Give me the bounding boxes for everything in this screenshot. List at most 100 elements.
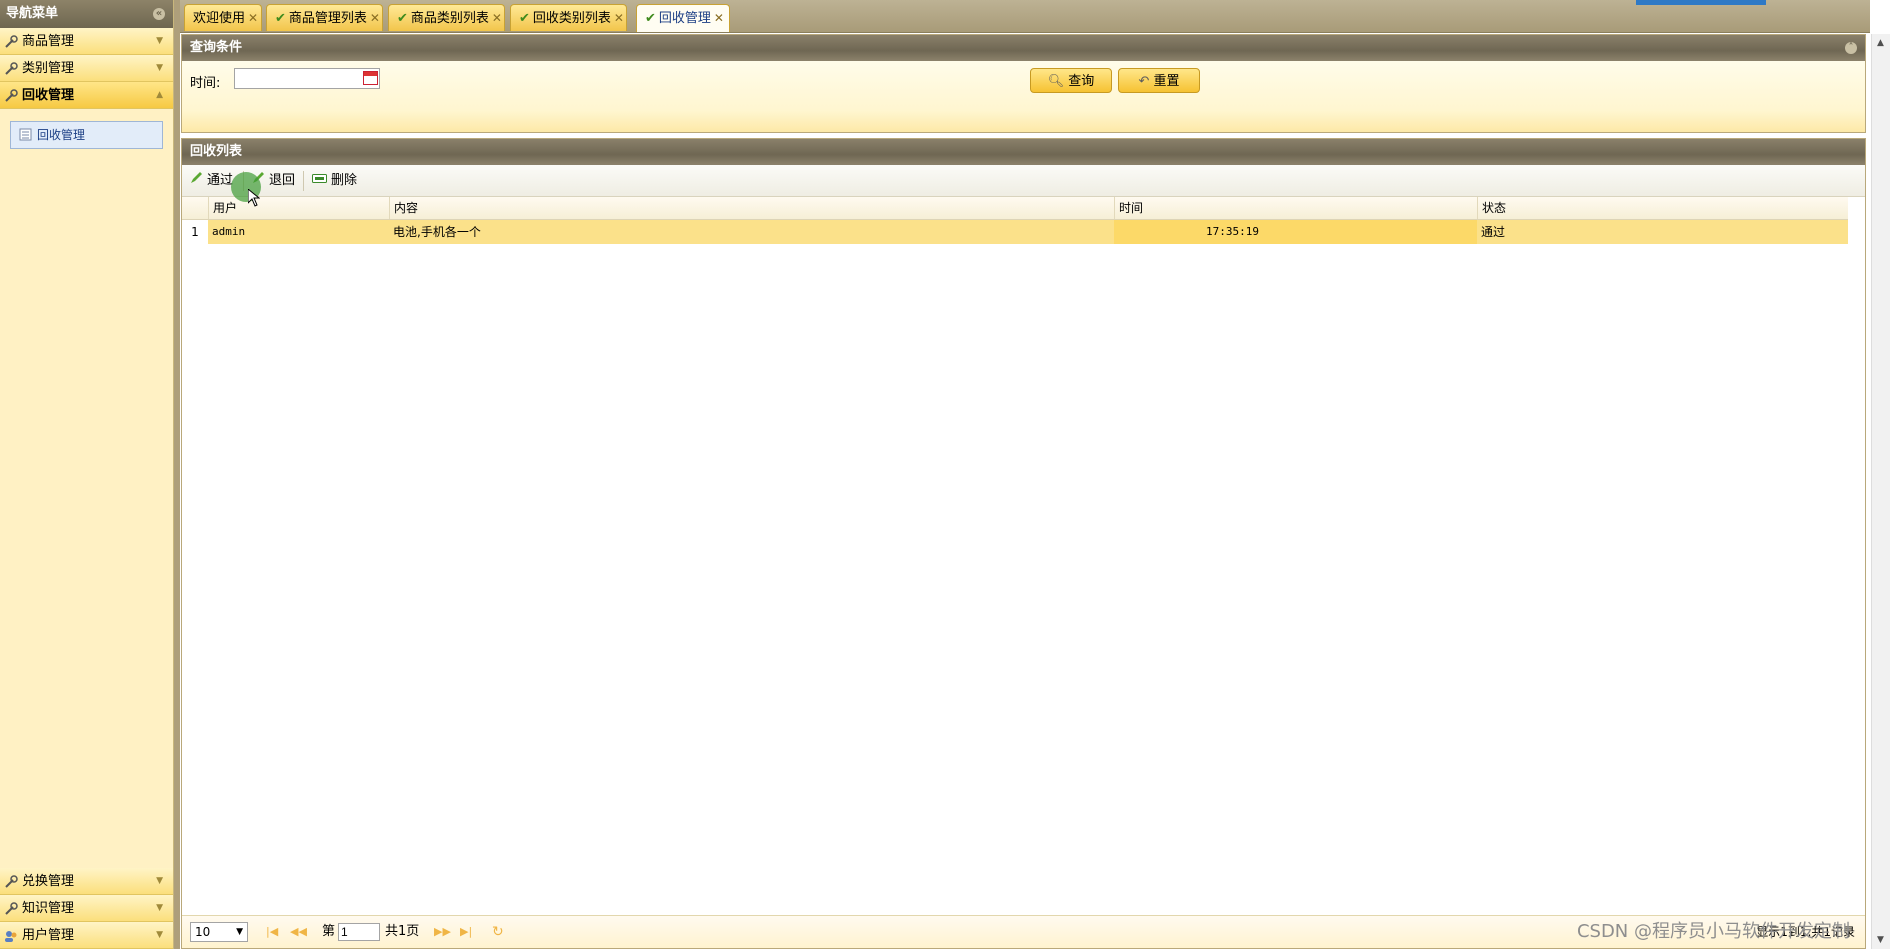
check-icon: ✔ xyxy=(275,11,286,26)
column-header-time[interactable]: 时间 xyxy=(1114,197,1477,219)
collapse-panel-icon[interactable]: ˄ xyxy=(1845,42,1857,54)
collapse-sidebar-icon[interactable]: « xyxy=(153,8,165,20)
first-page-icon[interactable]: |◀ xyxy=(266,916,278,948)
undo-icon: ↶ xyxy=(1138,74,1150,89)
prev-page-icon[interactable]: ◀◀ xyxy=(290,916,307,948)
page-total: 共1页 xyxy=(385,924,420,939)
search-icon: 🔍︎ xyxy=(1047,74,1065,89)
wrench-icon xyxy=(5,875,18,888)
accordion-knowledge-label: 知识管理 xyxy=(22,901,75,916)
query-panel-header: 查询条件 ˄ xyxy=(182,35,1865,61)
tab-label: 商品类别列表 xyxy=(410,11,489,26)
pointer-icon xyxy=(248,189,260,207)
column-header-user[interactable]: 用户 xyxy=(208,197,389,219)
approve-button[interactable]: 通过 xyxy=(190,165,233,196)
accordion-goods-label: 商品管理 xyxy=(22,34,75,49)
grid-header: 用户 内容 时间 状态 xyxy=(182,197,1848,220)
list-panel-header: 回收列表 xyxy=(182,139,1865,165)
accordion-exchange[interactable]: 兑换管理 ▼ xyxy=(0,868,173,895)
page-size-value: 10 xyxy=(195,925,211,939)
grid-empty-area xyxy=(182,244,1848,914)
scroll-down-icon[interactable]: ▼ xyxy=(1877,935,1884,945)
tab-welcome[interactable]: 欢迎使用 ✕ xyxy=(184,4,262,31)
calendar-icon[interactable] xyxy=(363,71,378,85)
chevron-down-icon: ▼ xyxy=(156,63,163,73)
accordion-recycle-body: 回收管理 xyxy=(0,121,173,149)
accordion-exchange-label: 兑换管理 xyxy=(22,874,75,889)
close-icon[interactable]: ✕ xyxy=(248,5,258,32)
sidebar-bottom-accordions: 兑换管理 ▼ 知识管理 ▼ 用户管理 ▼ xyxy=(0,868,173,949)
reset-button[interactable]: ↶ 重置 xyxy=(1118,68,1200,93)
tab-label: 欢迎使用 xyxy=(193,11,246,26)
time-input[interactable] xyxy=(234,68,380,89)
last-page-icon[interactable]: ▶| xyxy=(460,916,472,948)
rownum-header xyxy=(182,197,208,219)
page-prefix: 第 xyxy=(322,924,336,939)
list-icon xyxy=(19,128,32,141)
accordion-category[interactable]: 类别管理 ▼ xyxy=(0,55,173,82)
refresh-icon[interactable]: ↻ xyxy=(492,916,504,948)
chevron-up-icon: ▲ xyxy=(156,90,163,100)
sidebar-title-text: 导航菜单 xyxy=(6,6,59,21)
delete-button-label: 删除 xyxy=(331,173,358,188)
sidebar-title: 导航菜单 « xyxy=(0,0,173,28)
wrench-icon xyxy=(5,902,18,915)
list-toolbar: 通过 退回 删除 xyxy=(182,165,1865,197)
accordion-goods[interactable]: 商品管理 ▼ xyxy=(0,28,173,55)
column-header-content[interactable]: 内容 xyxy=(389,197,1114,219)
reset-button-label: 重置 xyxy=(1153,74,1180,89)
query-panel: 查询条件 ˄ 时间: 🔍︎ 查询 ↶ 重置 xyxy=(181,34,1866,133)
wrench-icon xyxy=(5,89,18,102)
return-button-label: 退回 xyxy=(269,173,296,188)
check-icon: ✔ xyxy=(397,11,408,26)
window-edge-decoration xyxy=(1636,0,1766,5)
chevron-down-icon: ▼ xyxy=(156,930,163,940)
scroll-up-icon[interactable]: ▲ xyxy=(1877,38,1884,48)
tab-label: 回收类别列表 xyxy=(532,11,611,26)
page-size-select[interactable]: 10 ▼ xyxy=(190,922,248,942)
accordion-recycle-label: 回收管理 xyxy=(22,88,75,103)
search-button[interactable]: 🔍︎ 查询 xyxy=(1030,68,1112,93)
delete-button[interactable]: 删除 xyxy=(312,165,357,196)
tab-label: 回收管理 xyxy=(658,11,711,26)
row-number: 1 xyxy=(182,220,208,244)
accordion-users[interactable]: 用户管理 ▼ xyxy=(0,922,173,949)
close-icon[interactable]: ✕ xyxy=(614,5,624,32)
tab-goods-list[interactable]: ✔ 商品管理列表 ✕ xyxy=(266,4,383,31)
approve-button-label: 通过 xyxy=(207,173,234,188)
close-icon[interactable]: ✕ xyxy=(492,5,502,32)
chevron-down-icon: ▼ xyxy=(156,903,163,913)
watermark: CSDN @程序员小马软件开发定制 xyxy=(1576,921,1850,942)
accordion-knowledge[interactable]: 知识管理 ▼ xyxy=(0,895,173,922)
check-icon: ✔ xyxy=(519,11,530,26)
column-header-status[interactable]: 状态 xyxy=(1477,197,1848,219)
search-button-label: 查询 xyxy=(1068,74,1095,89)
chevron-down-icon: ▼ xyxy=(156,876,163,886)
cell-content: 电池,手机各一个 xyxy=(393,225,481,239)
cell-user: admin xyxy=(212,225,246,238)
close-icon[interactable]: ✕ xyxy=(714,5,724,32)
users-icon xyxy=(5,931,17,942)
close-icon[interactable]: ✕ xyxy=(370,5,380,32)
tab-bar: 欢迎使用 ✕ ✔ 商品管理列表 ✕ ✔ 商品类别列表 ✕ ✔ 回收类别列表 ✕ ✔ 回收管理 ✕ xyxy=(180,0,1870,33)
check-icon: ✔ xyxy=(645,11,656,26)
page-number-input[interactable] xyxy=(338,923,380,941)
sidebar-item-recycle-management[interactable]: 回收管理 xyxy=(10,121,163,149)
accordion-recycle[interactable]: 回收管理 ▲ xyxy=(0,82,173,109)
tab-recycle-management[interactable]: ✔ 回收管理 ✕ xyxy=(636,4,730,32)
tab-label: 商品管理列表 xyxy=(288,11,367,26)
list-panel: 回收列表 通过 退回 删除 用户 内容 时间 状态 1 admin 电池,手机各… xyxy=(181,138,1866,949)
tab-goods-category-list[interactable]: ✔ 商品类别列表 ✕ xyxy=(388,4,505,31)
sidebar-item-label: 回收管理 xyxy=(37,128,86,142)
chevron-down-icon: ▼ xyxy=(236,927,243,937)
wrench-icon xyxy=(5,35,18,48)
main-content: 欢迎使用 ✕ ✔ 商品管理列表 ✕ ✔ 商品类别列表 ✕ ✔ 回收类别列表 ✕ ✔ 回收管理 ✕ … xyxy=(180,0,1890,949)
accordion-category-label: 类别管理 xyxy=(22,61,75,76)
list-panel-title: 回收列表 xyxy=(190,144,243,159)
cell-time: 17:35:19 xyxy=(1114,220,1477,244)
vertical-scrollbar[interactable]: ▲ ▼ xyxy=(1871,34,1890,949)
next-page-icon[interactable]: ▶▶ xyxy=(434,916,451,948)
table-row[interactable]: 1 admin 电池,手机各一个 17:35:19 通过 xyxy=(182,220,1848,244)
navigation-sidebar: 导航菜单 « 商品管理 ▼ 类别管理 ▼ 回收管理 ▲ 回收管理 兑换管理 ▼ … xyxy=(0,0,174,949)
tab-recycle-category-list[interactable]: ✔ 回收类别列表 ✕ xyxy=(510,4,627,31)
